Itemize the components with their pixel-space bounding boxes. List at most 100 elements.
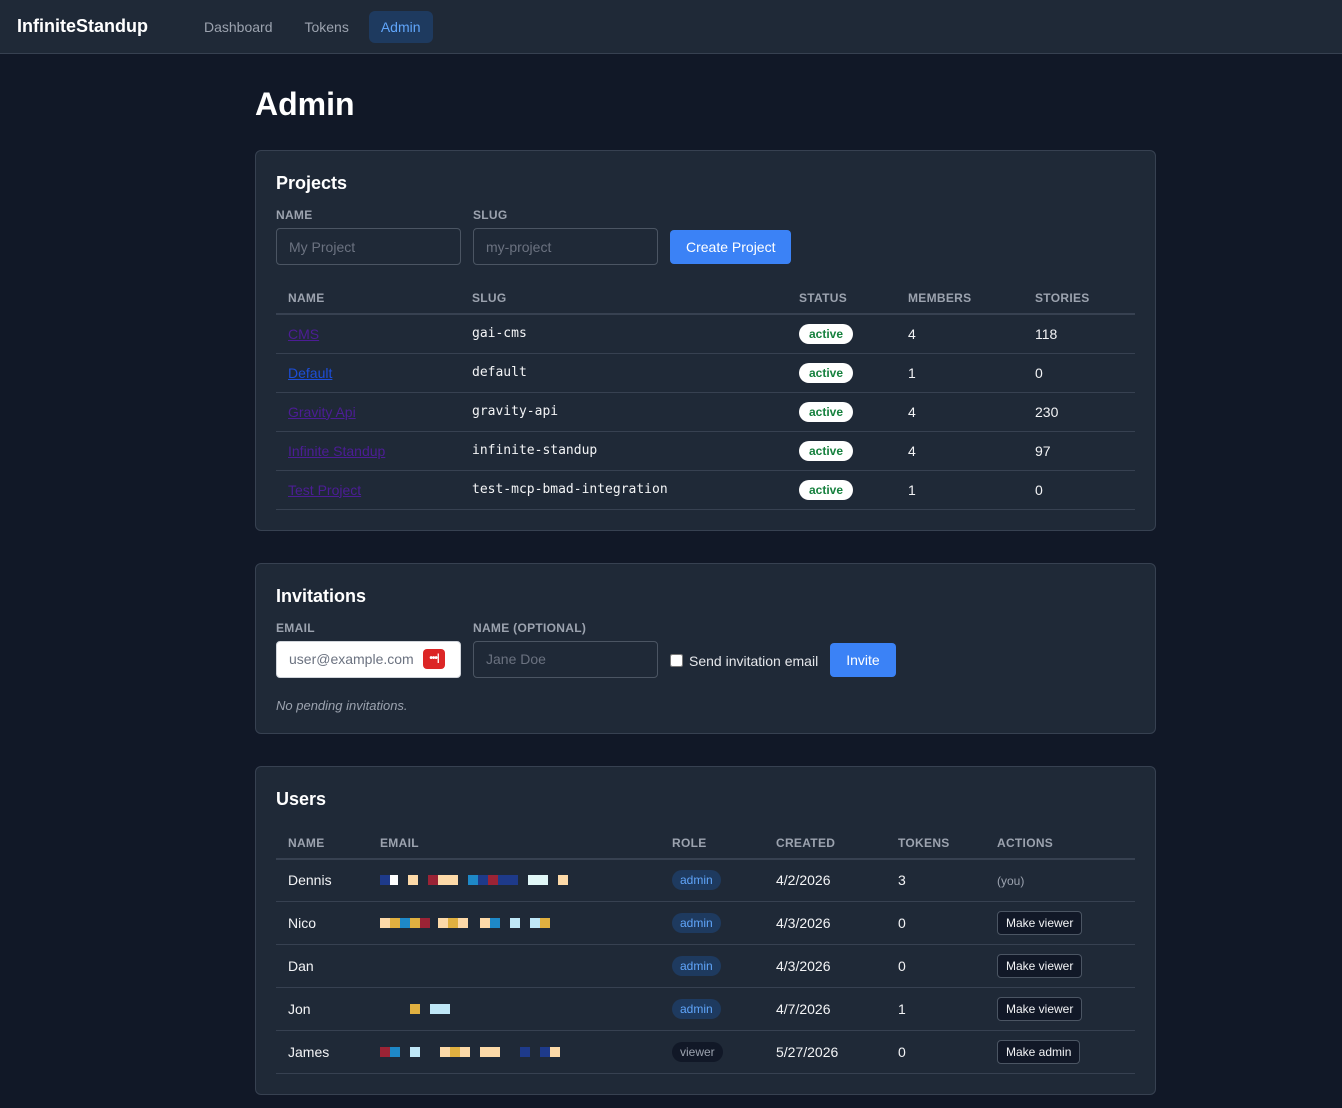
make-viewer-button[interactable]: Make viewer: [997, 954, 1083, 978]
table-row: Gravity Api gravity-api active 4 230: [276, 392, 1135, 432]
nav-tokens[interactable]: Tokens: [292, 11, 360, 43]
create-project-form: NAME SLUG Create Project: [276, 208, 1135, 265]
table-row: Default default active 1 0: [276, 353, 1135, 393]
role-badge: admin: [672, 870, 721, 891]
col-status[interactable]: STATUS: [787, 283, 896, 315]
project-link[interactable]: Gravity Api: [288, 404, 356, 420]
table-row: Dan admin 4/3/2026 0 Make viewer: [276, 944, 1135, 988]
project-members: 4: [896, 431, 1023, 471]
user-tokens: 0: [886, 1030, 985, 1074]
make-viewer-button[interactable]: Make viewer: [997, 997, 1083, 1021]
main-nav: Dashboard Tokens Admin: [192, 10, 433, 43]
invite-name-input[interactable]: [473, 640, 658, 678]
status-badge: active: [799, 440, 854, 461]
user-tokens: 0: [886, 944, 985, 988]
user-email-redacted: [368, 944, 660, 988]
send-email-checkbox[interactable]: [670, 654, 683, 667]
project-members: 4: [896, 314, 1023, 354]
invite-form: EMAIL •••| NAME (OPTIONAL) Send invitati…: [276, 621, 1135, 678]
invitations-card: Invitations EMAIL •••| NAME (OPTIONAL) S…: [255, 562, 1156, 734]
create-project-button[interactable]: Create Project: [670, 230, 792, 264]
project-slug-field: SLUG: [473, 208, 658, 265]
nav-admin[interactable]: Admin: [368, 10, 433, 43]
col-members[interactable]: MEMBERS: [896, 283, 1023, 315]
project-name-field: NAME: [276, 208, 461, 265]
table-row: Test Project test-mcp-bmad-integration a…: [276, 470, 1135, 510]
user-created: 4/3/2026: [764, 944, 886, 988]
send-email-option[interactable]: Send invitation email: [670, 644, 818, 678]
make-viewer-button[interactable]: Make viewer: [997, 911, 1083, 935]
project-slug: infinite-standup: [460, 431, 787, 471]
col-email[interactable]: EMAIL: [368, 827, 660, 860]
empty-invitations-note: No pending invitations.: [276, 697, 408, 713]
user-name: Nico: [276, 901, 368, 945]
user-name: James: [276, 1030, 368, 1074]
user-created: 4/2/2026: [764, 858, 886, 902]
role-badge: viewer: [672, 1042, 723, 1062]
user-name: Dennis: [276, 858, 368, 902]
project-members: 1: [896, 470, 1023, 510]
status-badge: active: [799, 401, 854, 422]
col-name[interactable]: NAME: [276, 283, 460, 315]
projects-card: Projects NAME SLUG Create Project NAME S…: [255, 150, 1156, 531]
table-row: Infinite Standup infinite-standup active…: [276, 431, 1135, 471]
project-slug: gai-cms: [460, 314, 787, 354]
project-slug: test-mcp-bmad-integration: [460, 470, 787, 510]
status-badge: active: [799, 362, 854, 383]
table-row: Dennis admin 4/2/2026 3 (you): [276, 858, 1135, 902]
users-table-header: NAME EMAIL ROLE CREATED TOKENS ACTIONS: [276, 827, 1135, 860]
col-tokens[interactable]: TOKENS: [886, 827, 985, 860]
project-link[interactable]: CMS: [288, 326, 319, 342]
users-title: Users: [276, 788, 327, 809]
project-name-input[interactable]: [276, 228, 461, 265]
project-stories: 0: [1023, 470, 1135, 510]
role-badge: admin: [672, 956, 721, 976]
user-created: 5/27/2026: [764, 1030, 886, 1074]
password-manager-icon[interactable]: •••|: [423, 648, 445, 669]
invite-email-label: EMAIL: [276, 620, 315, 635]
project-stories: 230: [1023, 392, 1135, 432]
project-slug-input[interactable]: [473, 228, 658, 265]
project-slug: gravity-api: [460, 392, 787, 432]
nav-dashboard[interactable]: Dashboard: [192, 11, 285, 43]
invite-name-label: NAME (OPTIONAL): [473, 620, 587, 635]
col-created[interactable]: CREATED: [764, 827, 886, 860]
invitations-title: Invitations: [276, 585, 367, 606]
user-created: 4/3/2026: [764, 901, 886, 945]
project-members: 1: [896, 353, 1023, 393]
project-stories: 97: [1023, 431, 1135, 471]
col-name[interactable]: NAME: [276, 827, 368, 860]
make-admin-button[interactable]: Make admin: [997, 1040, 1081, 1064]
user-name: Dan: [276, 944, 368, 988]
col-stories[interactable]: STORIES: [1023, 283, 1135, 315]
project-link[interactable]: Infinite Standup: [288, 443, 385, 459]
status-badge: active: [799, 323, 854, 344]
projects-table: NAME SLUG STATUS MEMBERS STORIES CMS gai…: [276, 283, 1135, 510]
user-email-redacted: [368, 858, 660, 902]
app-brand[interactable]: InfiniteStandup: [17, 16, 148, 37]
col-actions[interactable]: ACTIONS: [985, 827, 1135, 860]
role-badge: admin: [672, 913, 721, 933]
main-content: Admin Projects NAME SLUG Create Project …: [255, 54, 1156, 1108]
user-created: 4/7/2026: [764, 987, 886, 1031]
redacted-email: [410, 1004, 450, 1014]
send-email-label: Send invitation email: [689, 652, 819, 669]
table-row: CMS gai-cms active 4 118: [276, 314, 1135, 354]
users-card: Users NAME EMAIL ROLE CREATED TOKENS ACT…: [255, 765, 1156, 1095]
user-tokens: 3: [886, 858, 985, 902]
project-slug: default: [460, 353, 787, 393]
col-slug[interactable]: SLUG: [460, 283, 787, 315]
redacted-email: [380, 875, 568, 886]
status-badge: active: [799, 479, 854, 500]
project-link[interactable]: Default: [288, 365, 332, 381]
invite-button[interactable]: Invite: [830, 642, 896, 677]
project-stories: 0: [1023, 353, 1135, 393]
invite-email-field: EMAIL •••|: [276, 621, 461, 678]
col-role[interactable]: ROLE: [660, 827, 764, 860]
user-email-redacted: [368, 987, 660, 1031]
role-badge: admin: [672, 999, 721, 1019]
table-row: Nico admin 4/3/2026 0 Make viewer: [276, 901, 1135, 945]
project-link[interactable]: Test Project: [288, 482, 361, 498]
user-tokens: 1: [886, 987, 985, 1031]
project-members: 4: [896, 392, 1023, 432]
